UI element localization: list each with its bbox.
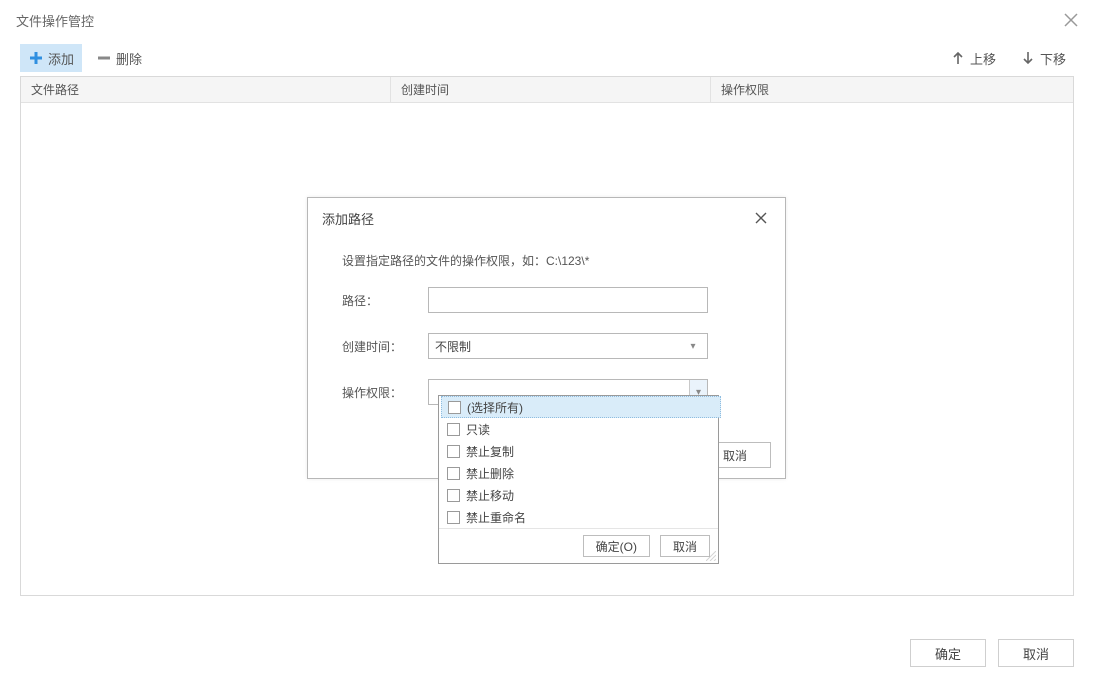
close-icon[interactable] <box>1064 13 1078 27</box>
move-down-button[interactable]: 下移 <box>1012 44 1074 72</box>
row-time: 创建时间： 不限制 ▾ <box>342 333 751 359</box>
checkbox[interactable] <box>447 511 460 524</box>
perm-option-readonly[interactable]: 只读 <box>441 418 716 440</box>
checkbox[interactable] <box>447 445 460 458</box>
resize-grip-icon[interactable] <box>706 551 716 561</box>
time-select-value: 不限制 <box>435 338 685 355</box>
dialog-body: 设置指定路径的文件的操作权限，如：C:\123\* 路径： 创建时间： 不限制 … <box>308 238 785 405</box>
perm-dropdown-panel: (选择所有) 只读 禁止复制 禁止删除 禁止移动 禁止重命名 <box>438 395 719 564</box>
perm-option-norename[interactable]: 禁止重命名 <box>441 506 716 528</box>
plus-icon <box>28 50 44 66</box>
perm-option-nodelete[interactable]: 禁止删除 <box>441 462 716 484</box>
arrow-down-icon <box>1020 50 1036 66</box>
ok-button[interactable]: 确定 <box>910 639 986 667</box>
move-up-label: 上移 <box>970 49 996 68</box>
add-label: 添加 <box>48 49 74 68</box>
move-up-button[interactable]: 上移 <box>942 44 1004 72</box>
delete-label: 删除 <box>116 49 142 68</box>
col-created[interactable]: 创建时间 <box>391 77 711 102</box>
option-label: (选择所有) <box>467 399 523 416</box>
arrow-up-icon <box>950 50 966 66</box>
perm-dropdown-ok-button[interactable]: 确定(O) <box>583 535 650 557</box>
window-title: 文件操作管控 <box>16 11 94 30</box>
add-button[interactable]: 添加 <box>20 44 82 72</box>
perm-option-select-all[interactable]: (选择所有) <box>441 396 721 418</box>
checkbox[interactable] <box>447 467 460 480</box>
path-label: 路径： <box>342 292 428 309</box>
perm-option-nomove[interactable]: 禁止移动 <box>441 484 716 506</box>
perm-option-nocopy[interactable]: 禁止复制 <box>441 440 716 462</box>
col-path[interactable]: 文件路径 <box>21 77 391 102</box>
perm-label: 操作权限： <box>342 384 428 401</box>
col-perm[interactable]: 操作权限 <box>711 77 1073 102</box>
titlebar: 文件操作管控 <box>0 0 1094 40</box>
dialog-header: 添加路径 <box>308 198 785 238</box>
dialog-close-icon[interactable] <box>751 208 771 228</box>
cancel-button[interactable]: 取消 <box>998 639 1074 667</box>
perm-dropdown-cancel-button[interactable]: 取消 <box>660 535 710 557</box>
table-header: 文件路径 创建时间 操作权限 <box>21 77 1073 103</box>
main-window: 文件操作管控 添加 删除 上移 下移 <box>0 0 1094 681</box>
row-path: 路径： <box>342 287 751 313</box>
time-label: 创建时间： <box>342 338 428 355</box>
option-label: 禁止复制 <box>466 443 514 460</box>
dialog-title: 添加路径 <box>322 209 374 228</box>
footer-buttons: 确定 取消 <box>910 639 1074 667</box>
chevron-down-icon: ▾ <box>685 341 701 352</box>
toolbar: 添加 删除 上移 下移 <box>0 40 1094 76</box>
option-label: 只读 <box>466 421 490 438</box>
path-input[interactable] <box>428 287 708 313</box>
perm-dropdown-footer: 确定(O) 取消 <box>439 528 718 563</box>
checkbox[interactable] <box>448 401 461 414</box>
option-label: 禁止删除 <box>466 465 514 482</box>
delete-button[interactable]: 删除 <box>88 44 150 72</box>
minus-icon <box>96 50 112 66</box>
perm-option-list: (选择所有) 只读 禁止复制 禁止删除 禁止移动 禁止重命名 <box>439 396 718 528</box>
option-label: 禁止移动 <box>466 487 514 504</box>
time-select[interactable]: 不限制 ▾ <box>428 333 708 359</box>
move-down-label: 下移 <box>1040 49 1066 68</box>
checkbox[interactable] <box>447 489 460 502</box>
option-label: 禁止重命名 <box>466 509 526 526</box>
checkbox[interactable] <box>447 423 460 436</box>
dialog-hint: 设置指定路径的文件的操作权限，如：C:\123\* <box>342 252 751 269</box>
